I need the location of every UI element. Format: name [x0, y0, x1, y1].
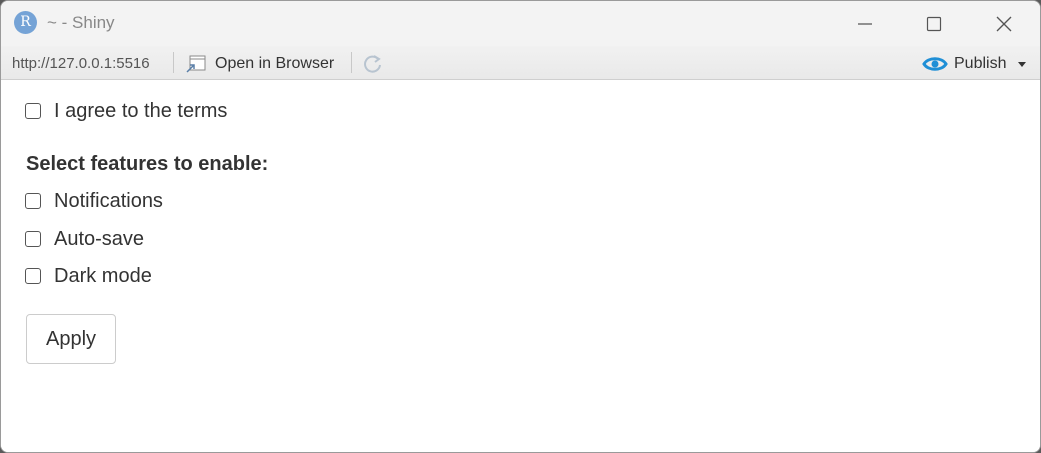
r-app-icon: R — [14, 11, 37, 34]
open-in-browser-icon — [186, 55, 206, 73]
refresh-icon — [364, 55, 381, 73]
app-window: R ~ - Shiny http://127.0.0.1:5516 Open i… — [0, 0, 1041, 453]
publish-label: Publish — [954, 54, 1007, 72]
feature-option-label: Dark mode — [54, 264, 152, 287]
toolbar-divider — [173, 52, 174, 73]
open-in-browser-label: Open in Browser — [215, 54, 335, 72]
toolbar-divider — [351, 52, 352, 73]
window-title: ~ - Shiny — [47, 13, 115, 32]
close-button[interactable] — [970, 1, 1038, 46]
publish-icon — [922, 56, 948, 71]
publish-button[interactable]: Publish — [922, 52, 1028, 75]
auto-save-checkbox[interactable] — [25, 231, 41, 247]
feature-option-label: Notifications — [54, 189, 163, 212]
maximize-button[interactable] — [900, 1, 968, 46]
apply-button[interactable]: Apply — [26, 314, 116, 364]
minimize-icon — [858, 22, 872, 25]
feature-option-dark-mode[interactable]: Dark mode — [25, 264, 152, 288]
feature-option-notifications[interactable]: Notifications — [25, 189, 163, 213]
chevron-down-icon[interactable] — [1016, 58, 1028, 70]
viewer-toolbar: http://127.0.0.1:5516 Open in Browser Pu… — [1, 46, 1040, 80]
feature-option-label: Auto-save — [54, 227, 145, 250]
feature-option-auto-save[interactable]: Auto-save — [25, 227, 144, 251]
refresh-button[interactable] — [361, 53, 385, 75]
agree-terms-checkbox-row[interactable]: I agree to the terms — [25, 99, 227, 123]
title-bar: R ~ - Shiny — [1, 1, 1040, 46]
minimize-button[interactable] — [831, 1, 899, 46]
agree-terms-checkbox[interactable] — [25, 103, 41, 119]
dark-mode-checkbox[interactable] — [25, 268, 41, 284]
notifications-checkbox[interactable] — [25, 193, 41, 209]
open-in-browser-button[interactable]: Open in Browser — [185, 52, 334, 75]
maximize-icon — [926, 16, 942, 31]
url-display[interactable]: http://127.0.0.1:5516 — [12, 55, 150, 72]
close-icon — [996, 16, 1012, 31]
app-content: I agree to the terms Select features to … — [1, 80, 1040, 452]
agree-terms-label: I agree to the terms — [54, 99, 228, 122]
features-heading: Select features to enable: — [26, 153, 269, 175]
